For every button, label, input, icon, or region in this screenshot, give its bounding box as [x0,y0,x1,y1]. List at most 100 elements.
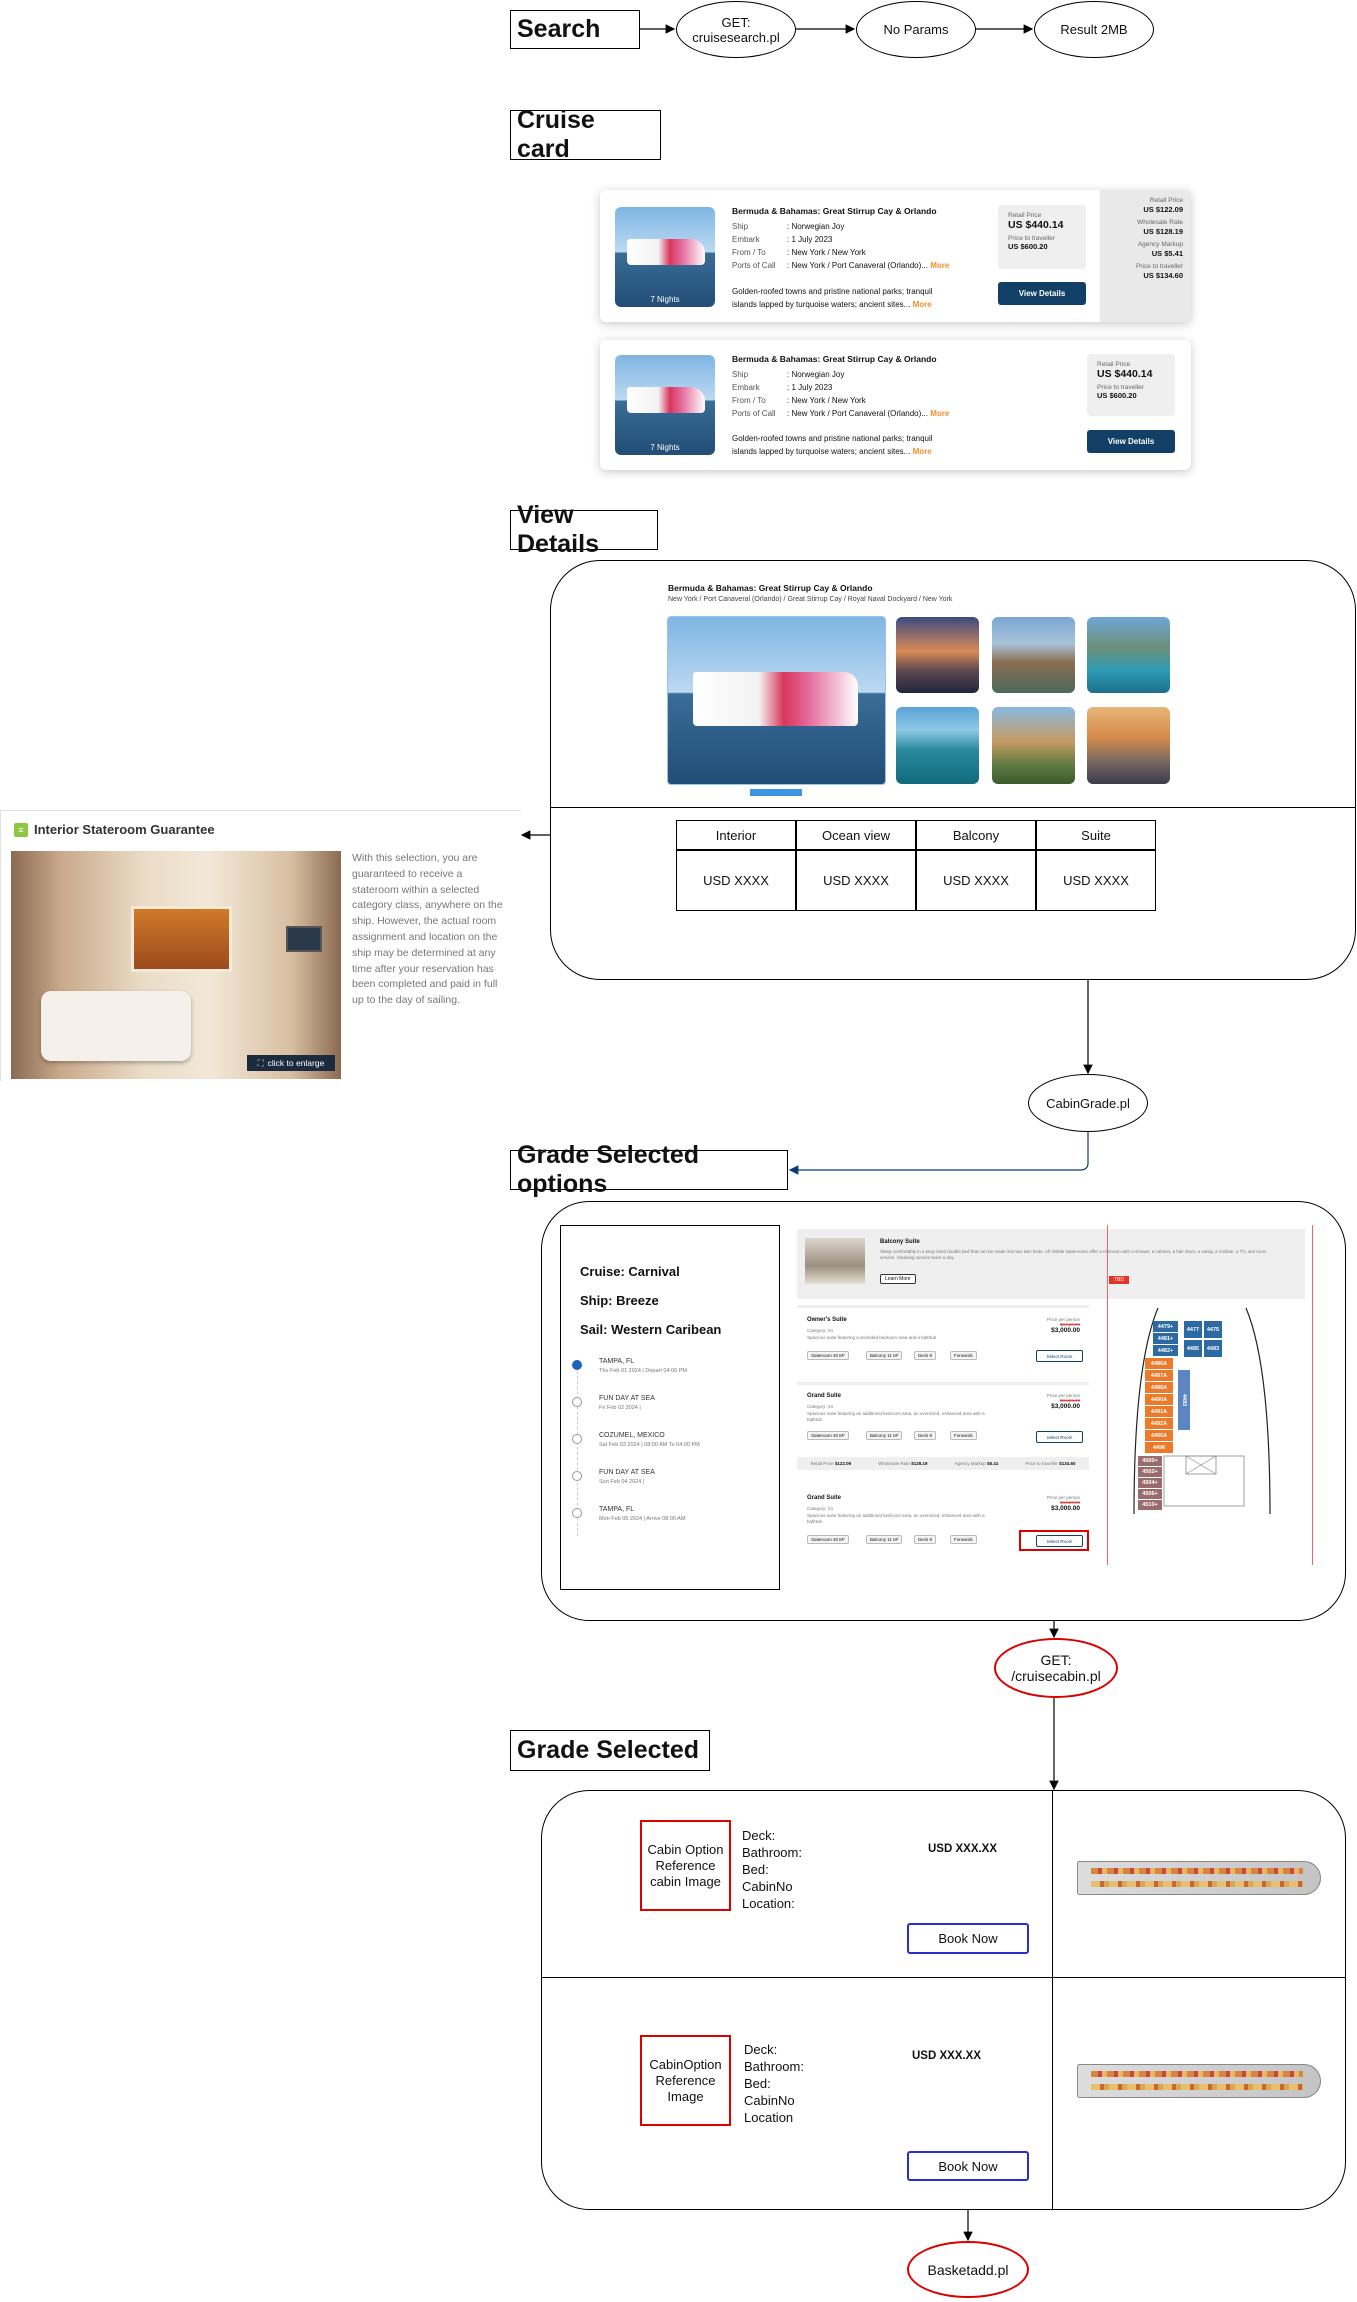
suite-photo[interactable] [805,1238,865,1284]
cabin-cell[interactable]: 4498 [1145,1442,1173,1453]
traveller-price: US $600.20 [1008,242,1048,251]
deck-plan[interactable]: 4479+ 4481+ 4482+ 4477 4475 4483 4485 44… [1128,1306,1278,1515]
cabin-cell[interactable]: 4502+ [1138,1467,1162,1477]
basketadd-node: Basketadd.pl [907,2241,1029,2298]
location-label: Location: [742,1896,795,1911]
cruise-name: Bermuda & Bahamas: Great Stirrup Cay & O… [732,354,937,364]
bed-image [41,991,191,1061]
description-more-link[interactable]: More [913,447,932,456]
port-info: Fri Feb 02 2024 | [599,1405,641,1411]
ocean-view-price: USD XXXX [796,850,916,911]
price-value: $3,000.00 [1051,1403,1080,1410]
cabin-cell[interactable]: 4483 [1204,1340,1222,1357]
learn-more-button[interactable]: Learn More [880,1274,916,1284]
gallery-photo-4[interactable] [896,707,979,784]
stateroom-text: With this selection, you are guaranteed … [352,852,503,1007]
cabin-cell[interactable]: 4477 [1184,1321,1202,1338]
option-description: Spacious suite featuring an additional b… [807,1513,985,1524]
cruise-thumbnail[interactable]: 7 Nights [615,355,715,455]
view-details-button[interactable]: View Details [1087,430,1175,453]
cruise-card-title: Cruise card [510,106,661,163]
tab-ocean-view[interactable]: Ocean view [796,820,916,850]
cabin-cell[interactable]: 4475 [1204,1321,1222,1338]
nights-label: 7 Nights [650,295,680,304]
view-details-button[interactable]: View Details [998,282,1086,305]
option-description: Spacious suite featuring an additional b… [807,1411,985,1422]
description-line-1: Golden-roofed towns and pristine nationa… [732,287,933,296]
cabin-number-label: CabinNo [744,2093,795,2108]
port-name: TAMPA, FL [599,1506,635,1513]
cabin-info: Deck: Bathroom: Bed: CabinNo Location [744,2041,804,2126]
selected-room-highlight [1019,1530,1089,1551]
cabin-cell[interactable]: 4490A [1145,1394,1173,1405]
tab-balcony[interactable]: Balcony [916,820,1036,850]
book-now-button[interactable]: Book Now [907,1923,1029,1954]
embark-value: : 1 July 2023 [787,383,833,392]
ports-more-link[interactable]: More [930,261,949,270]
cabin-number-label: CabinNo [742,1879,793,1894]
cabin-cell[interactable]: 4496A [1145,1430,1173,1441]
cabin-cell[interactable]: 4492A [1145,1418,1173,1429]
no-params-node: No Params [856,1,976,58]
main-ship-photo[interactable] [668,617,885,784]
cruise-card-1: 7 Nights Bermuda & Bahamas: Great Stirru… [600,190,1191,322]
ship-image [627,387,705,413]
option-chip: Balcony 11 M² [866,1351,903,1360]
book-now-button[interactable]: Book Now [907,2151,1029,2181]
cabin-cell[interactable]: 4491A [1145,1406,1173,1417]
ship-image [627,239,705,265]
grade-selected-divider-horizontal [542,1977,1345,1978]
select-room-button[interactable]: Select Room [1036,1431,1083,1443]
bed-label: Bed: [742,1862,769,1877]
gallery-photo-5[interactable] [992,707,1075,784]
ship-label: Ship [732,370,749,379]
cruise-thumbnail[interactable]: 7 Nights [615,207,715,307]
click-to-enlarge[interactable]: ⛶ click to enlarge [247,1055,335,1071]
grade-selected-divider-vertical [1052,1791,1053,2209]
cabin-cell[interactable]: 4488A [1145,1382,1173,1393]
port-info: Sun Feb 04 2024 | [599,1479,645,1485]
cabin-reference-image[interactable]: CabinOption Reference Image [640,2035,731,2126]
rates-traveller-value: $134.60 [1059,1461,1076,1466]
port-info: Mon Feb 05 2024 | Arrive 08:00 AM [599,1516,686,1522]
cabin-cell[interactable]: 4504+ [1138,1478,1162,1488]
cabin-cell[interactable]: 4485 [1184,1340,1202,1357]
gallery-photo-6[interactable] [1087,707,1170,784]
info-icon: ≡ [14,823,28,837]
description-more-link[interactable]: More [913,300,932,309]
select-room-button[interactable]: Select Room [1036,1350,1083,1362]
gallery-photo-2[interactable] [992,617,1075,693]
option-chip: Deck 8 [914,1535,937,1544]
retail-label: Retail Price [1097,361,1131,368]
cabin-cell[interactable]: 4486A [1145,1358,1173,1369]
cabin-reference-image[interactable]: Cabin Option Reference cabin Image [640,1820,731,1911]
rates-retail-label: Retail Price [810,1461,834,1466]
itinerary-panel: Cruise: Carnival Ship: Breeze Sail: West… [560,1225,780,1590]
tv-image [286,926,322,952]
cabin-cell[interactable]: 4500+ [1138,1456,1162,1466]
cabin-cell[interactable]: 4510+ [1138,1500,1162,1510]
option-price: Price per person $3,520.00 $3,000.00 [1020,1317,1080,1334]
timeline-dot [572,1471,582,1481]
timeline-dot [572,1397,582,1407]
tab-interior[interactable]: Interior [676,820,796,850]
embark-label: Embark [732,383,760,392]
ports-more-link[interactable]: More [930,409,949,418]
details-route: New York / Port Canaveral (Orlando) / Gr… [668,596,953,603]
cabin-cell[interactable]: 4493 [1178,1370,1190,1430]
gallery-photo-3[interactable] [1087,617,1170,693]
cabin-cell[interactable]: 4481+ [1153,1333,1178,1344]
bathroom-label: Bathroom: [744,2059,804,2074]
cabin-cell[interactable]: 4506+ [1138,1489,1162,1499]
side-retail-value: US $122.09 [1143,204,1183,214]
option-name: Grand Suite [807,1495,842,1501]
cabin-cell[interactable]: 4482+ [1153,1345,1178,1356]
cabin-cell[interactable]: 4487A [1145,1370,1173,1381]
option-category: Category: X1 [807,1506,834,1511]
cabin-cell[interactable]: 4479+ [1153,1321,1178,1332]
tab-suite[interactable]: Suite [1036,820,1156,850]
gallery-photo-1[interactable] [896,617,979,693]
option-chip: Stateroom 40 M² [807,1431,849,1440]
rates-markup-label: Agency Markup [954,1461,986,1466]
stateroom-photo[interactable]: ⛶ click to enlarge [11,851,341,1079]
